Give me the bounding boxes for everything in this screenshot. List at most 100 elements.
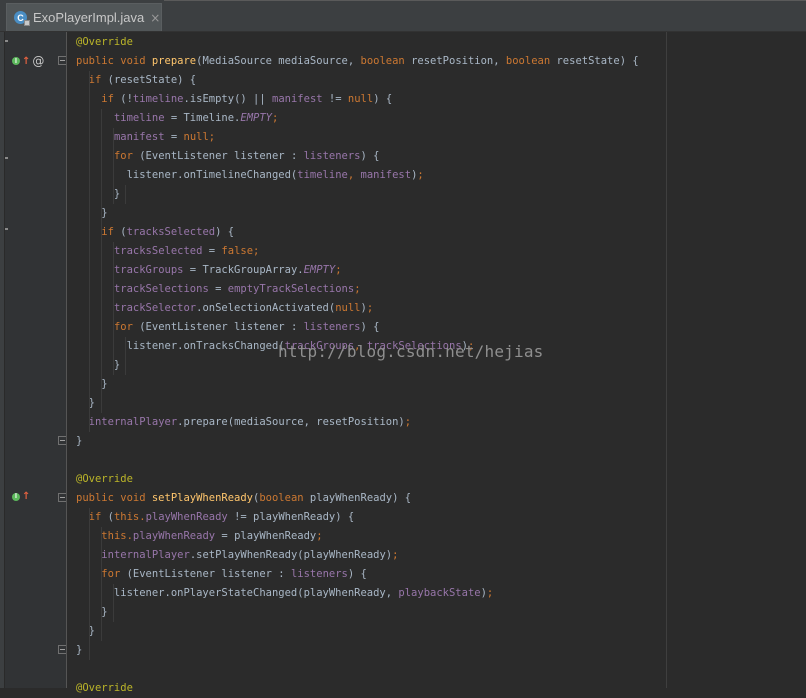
code-token: EMPTY (240, 112, 272, 124)
code-token: for (113, 150, 140, 162)
code-token: listener.onPlayerStateChanged(playWhenRe… (76, 587, 399, 599)
code-line: public void setPlayWhenReady(boolean pla… (76, 489, 411, 508)
code-token: listeners (303, 150, 361, 162)
code-token: (MediaSource mediaSource, (196, 55, 361, 67)
code-token: = playWhenReady (221, 530, 317, 542)
code-token: } (76, 606, 108, 618)
code-token: null (347, 93, 374, 105)
code-token: ; (486, 587, 494, 599)
indent-guide (101, 527, 102, 641)
code-line: internalPlayer.prepare(mediaSource, rese… (76, 413, 411, 432)
code-token: != playWhenReady) { (234, 511, 355, 523)
gutter-divider (66, 32, 67, 688)
code-token: ; (417, 169, 424, 181)
close-icon[interactable]: × (150, 11, 160, 25)
code-token: } (76, 435, 83, 447)
gutter-tick (5, 157, 8, 159)
gutter-tick (5, 228, 8, 230)
java-class-icon: C (14, 11, 30, 26)
code-token: playWhenReady (132, 530, 222, 542)
code-line: @Override (76, 33, 133, 52)
code-token: timeline (113, 112, 171, 124)
code-line: } (76, 603, 108, 622)
indent-guide (125, 337, 126, 375)
code-line: for (EventListener listener : listeners)… (76, 565, 367, 584)
gutter-marks-prepare: I ↑ @ (12, 54, 44, 68)
code-line: for (EventListener listener : listeners)… (76, 318, 380, 337)
indent-guide (113, 242, 114, 375)
code-line: if (resetState) { (76, 71, 196, 90)
code-line: @Override (76, 470, 133, 489)
code-token: } (76, 378, 108, 390)
code-token: } (76, 644, 83, 656)
code-line: } (76, 641, 82, 660)
implements-icon[interactable]: I (12, 57, 20, 65)
code-line: this.playWhenReady = playWhenReady; (76, 527, 323, 546)
up-arrow-icon[interactable]: ↑ (22, 491, 30, 502)
code-token: (EventListener listener : (139, 150, 304, 162)
code-line: listener.onTracksChanged(trackGroups, tr… (76, 337, 475, 356)
code-token: trackSelector (113, 302, 197, 314)
code-token: if (101, 93, 121, 105)
code-token: listeners (303, 321, 361, 333)
code-token: ; (316, 530, 323, 542)
code-token: trackSelections (366, 340, 462, 352)
code-token: boolean (360, 55, 412, 67)
code-line: @Override (76, 679, 133, 698)
code-token: .onSelectionActivated( (196, 302, 336, 314)
tab-title: ExoPlayerImpl.java (33, 10, 145, 25)
code-line: if (this.playWhenReady != playWhenReady)… (76, 508, 355, 527)
at-icon[interactable]: @ (32, 54, 44, 68)
code-token: != (328, 93, 348, 105)
code-token: ; (467, 340, 475, 352)
code-token: internalPlayer (88, 416, 178, 428)
code-line: if (tracksSelected) { (76, 223, 234, 242)
code-token: trackGroups (113, 264, 190, 276)
code-token: null (335, 302, 361, 314)
implements-icon[interactable]: I (12, 492, 20, 501)
code-editor[interactable]: @Override public void prepare(MediaSource… (76, 32, 806, 694)
indent-guide (101, 109, 102, 413)
code-token: manifest (272, 93, 329, 105)
code-token: } (76, 397, 95, 409)
code-token: (! (120, 93, 133, 105)
code-token: ; (404, 416, 412, 428)
code-token: resetState) { (556, 55, 639, 67)
code-token: public void (76, 55, 152, 67)
code-token: .prepare(mediaSource, resetPosition) (177, 416, 405, 428)
gutter-tick (5, 40, 8, 42)
code-token: ; (366, 302, 374, 314)
indent-guide (113, 584, 114, 622)
code-line: public void prepare(MediaSource mediaSou… (76, 52, 639, 71)
tab-bar-edge (164, 0, 806, 5)
code-line: trackGroups = TrackGroupArray.EMPTY; (76, 261, 342, 280)
code-token: (resetState) { (107, 74, 197, 86)
code-token: trackSelections (113, 283, 216, 295)
code-token: listeners (290, 568, 348, 580)
up-arrow-icon[interactable]: ↑ (22, 56, 30, 67)
code-token: listener.onTracksChanged( (76, 340, 285, 352)
code-token: playWhenReady) { (309, 492, 412, 504)
code-line: listener.onPlayerStateChanged(playWhenRe… (76, 584, 493, 603)
code-token: playbackState (398, 587, 481, 599)
code-line: } (76, 204, 107, 223)
editor-gutter[interactable]: I ↑ @ I ↑ (5, 32, 67, 688)
code-token: .isEmpty() || (183, 93, 273, 105)
code-token: = (215, 283, 228, 295)
editor-tab-exoplayerimpl[interactable]: C ExoPlayerImpl.java × (6, 3, 162, 31)
code-token: ; (335, 264, 342, 276)
code-token: ) { (215, 226, 235, 238)
code-line: for (EventListener listener : listeners)… (76, 147, 380, 166)
code-token: tracksSelected (113, 245, 209, 257)
code-token: boolean (259, 492, 310, 504)
code-line: trackSelector.onSelectionActivated(null)… (76, 299, 373, 318)
code-token: .setPlayWhenReady(playWhenReady) (189, 549, 393, 561)
indent-guide (113, 128, 114, 204)
editor-tab-bar: C ExoPlayerImpl.java × (0, 0, 806, 32)
